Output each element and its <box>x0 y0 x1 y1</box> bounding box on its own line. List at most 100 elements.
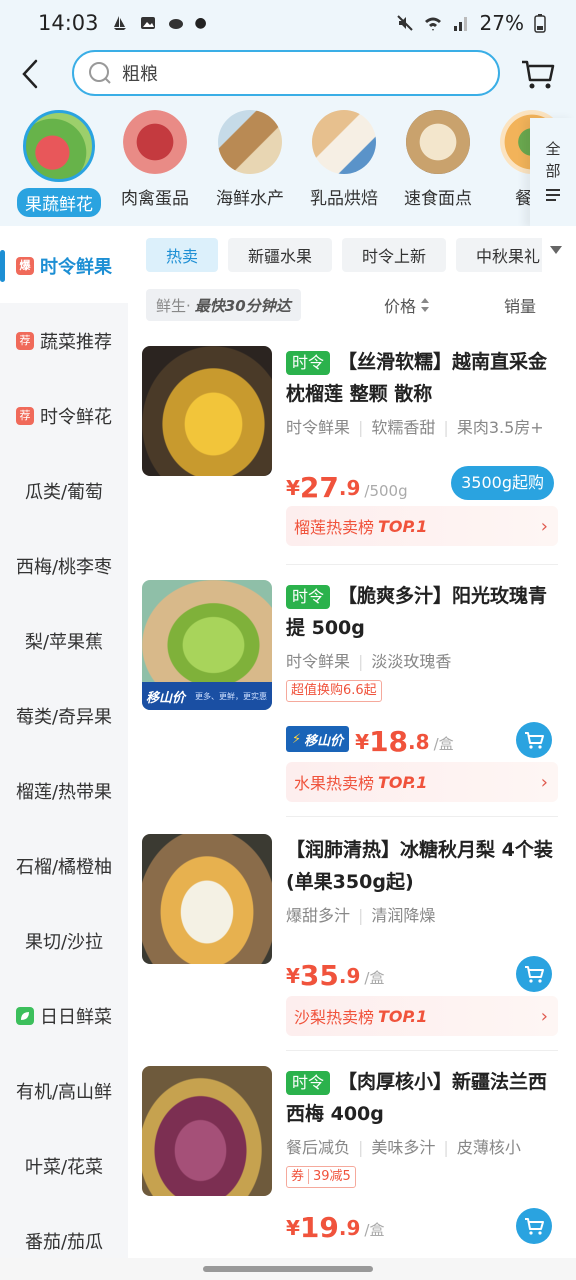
category-label: 速食面点 <box>404 189 472 209</box>
category-label: 肉禽蛋品 <box>121 189 189 209</box>
attr: 美味多汁 <box>350 1138 435 1157</box>
recommend-tag: 荐 <box>16 406 34 425</box>
rank-banner[interactable]: 榴莲热卖榜 TOP.1 › <box>286 506 558 546</box>
add-to-cart-button[interactable] <box>516 956 552 992</box>
product-title: 时令 【肉厚核小】新疆法兰西西梅 400g <box>286 1066 558 1130</box>
price-row: ⚡ 移山价 ¥18.8/盒 <box>286 714 558 758</box>
product-card[interactable]: 移山价 更多、更鲜，更实惠 时令【脆爽多汁】阳光玫瑰青提 500g 时令鲜果淡淡… <box>142 580 562 812</box>
sidebar-item-label: 果切/沙拉 <box>24 931 104 953</box>
search-input[interactable]: 粗粮 <box>72 50 500 96</box>
tab-midautumn[interactable]: 中秋果礼 <box>456 238 542 272</box>
price-row: ¥35.9/盒 <box>286 948 558 992</box>
top-bar: 粗粮 <box>0 46 576 102</box>
sidebar-item-pear-apple[interactable]: 梨/苹果蕉 <box>0 603 128 678</box>
sort-price-button[interactable]: 价格 <box>384 293 430 317</box>
attr: 皮薄核小 <box>435 1138 520 1157</box>
sidebar-item-seasonal-flowers[interactable]: 荐时令鲜花 <box>0 378 128 453</box>
add-to-cart-button[interactable] <box>516 1208 552 1244</box>
fast-delivery-badge[interactable]: 鲜生· 最快30分钟达 <box>146 289 301 321</box>
category-row: 果蔬鲜花 肉禽蛋品 海鲜水产 乳品烘焙 速食面点 餐饮 全 部 <box>0 102 576 226</box>
dairy-image <box>312 110 376 174</box>
dot-icon: ● <box>194 15 207 31</box>
product-card[interactable]: 时令【丝滑软糯】越南直采金枕榴莲 整颗 散称 时令鲜果软糯香甜果肉3.5房+ ¥… <box>142 346 562 578</box>
sidebar-item-leafy[interactable]: 叶菜/花菜 <box>0 1128 128 1203</box>
rank-text: 水果热卖榜 <box>294 774 375 793</box>
cloud-icon <box>168 19 183 29</box>
price-integer: 19 <box>299 1211 339 1244</box>
currency-symbol: ¥ <box>355 730 370 754</box>
hot-tag: 爆 <box>16 256 34 275</box>
sidebar-item-melon-grape[interactable]: 瓜类/葡萄 <box>0 453 128 528</box>
product-card[interactable]: 【润肺清热】冰糖秋月梨 4个装(单果350g起) 爆甜多汁清润降燥 ¥35.9/… <box>142 834 562 1066</box>
sidebar: 爆时令鲜果 荐蔬菜推荐 荐时令鲜花 瓜类/葡萄 西梅/桃李枣 梨/苹果蕉 莓类/… <box>0 228 128 1258</box>
sidebar-item-citrus[interactable]: 石榴/橘橙柚 <box>0 828 128 903</box>
sidebar-item-fruit-cut[interactable]: 果切/沙拉 <box>0 903 128 978</box>
expand-tabs-icon[interactable] <box>550 246 562 254</box>
meat-image <box>123 110 187 174</box>
sidebar-item-durian-tropical[interactable]: 榴莲/热带果 <box>0 753 128 828</box>
home-indicator[interactable] <box>203 1266 373 1272</box>
status-system-icons: 27% <box>396 11 546 35</box>
sidebar-item-label: 番茄/茄瓜 <box>24 1231 104 1253</box>
category-dairy-bakery[interactable]: 乳品烘焙 <box>297 110 391 209</box>
sidebar-item-seasonal-fruit[interactable]: 爆时令鲜果 <box>0 228 128 303</box>
price-decimal: .9 <box>338 476 361 500</box>
category-fruit-veg-flower[interactable]: 果蔬鲜花 <box>12 110 106 217</box>
image-icon <box>140 17 155 29</box>
tab-hot[interactable]: 热卖 <box>146 238 219 272</box>
category-instant-food[interactable]: 速食面点 <box>391 110 485 209</box>
tab-new-season[interactable]: 时令上新 <box>342 238 447 272</box>
price-unit: /盒 <box>364 969 385 987</box>
leaf-icon <box>16 1006 34 1025</box>
sidebar-item-berry-kiwi[interactable]: 莓类/奇异果 <box>0 678 128 753</box>
mute-icon <box>396 15 413 31</box>
battery-icon <box>534 14 546 33</box>
sidebar-item-label: 瓜类/葡萄 <box>24 481 104 503</box>
product-card[interactable]: 时令【肉厚核小】新疆法兰西西梅 400g 餐后减负美味多汁皮薄核小 券39减5 … <box>142 1066 562 1280</box>
price-row: ¥19.9/盒 <box>286 1200 558 1244</box>
rank-text: 沙梨热卖榜 <box>294 1008 375 1027</box>
durian-image <box>142 346 272 476</box>
add-to-cart-button[interactable] <box>516 722 552 758</box>
sub-tabs: 热卖 新疆水果 时令上新 中秋果礼 <box>146 238 542 272</box>
sort-arrows-icon <box>421 298 430 312</box>
cart-icon <box>525 732 544 749</box>
category-label: 海鲜水产 <box>216 189 284 209</box>
price-tag: ⚡ 移山价 <box>286 726 350 752</box>
season-badge: 时令 <box>286 1071 331 1095</box>
sidebar-item-plum-peach[interactable]: 西梅/桃李枣 <box>0 528 128 603</box>
price-tag-label: 移山价 <box>304 733 344 749</box>
rank-banner[interactable]: 沙梨热卖榜 TOP.1 › <box>286 996 558 1036</box>
sidebar-item-organic[interactable]: 有机/高山鲜 <box>0 1053 128 1128</box>
product-info: 时令【丝滑软糯】越南直采金枕榴莲 整颗 散称 时令鲜果软糯香甜果肉3.5房+ <box>286 346 558 438</box>
all-categories-label-1: 全 <box>545 140 561 158</box>
product-attrs: 爆甜多汁清润降燥 <box>286 902 558 926</box>
divider <box>286 564 558 565</box>
chevron-left-icon <box>22 59 38 89</box>
sort-sales-button[interactable]: 销量 <box>504 293 536 317</box>
sidebar-item-label: 梨/苹果蕉 <box>24 631 104 653</box>
search-icon <box>89 62 111 84</box>
product-panel: 热卖 新疆水果 时令上新 中秋果礼 鲜生· 最快30分钟达 价格 销量 时令 【丝滑… <box>128 228 576 1258</box>
attr: 果肉3.5房+ <box>435 418 543 437</box>
cart-button[interactable] <box>518 54 558 94</box>
sidebar-item-label: 西梅/桃李枣 <box>15 556 113 578</box>
sidebar-item-label: 榴莲/热带果 <box>15 781 113 803</box>
season-badge: 时令 <box>286 585 331 609</box>
seafood-image <box>218 110 282 174</box>
sort-price-label: 价格 <box>384 297 417 316</box>
sidebar-item-daily-veg[interactable]: 日日鲜菜 <box>0 978 128 1053</box>
all-categories-button[interactable]: 全 部 <box>530 118 576 226</box>
sidebar-item-veg-recommend[interactable]: 荐蔬菜推荐 <box>0 303 128 378</box>
divider <box>286 1050 558 1051</box>
back-button[interactable] <box>0 46 60 102</box>
tab-xinjiang[interactable]: 新疆水果 <box>228 238 333 272</box>
price-row: ¥27.9/500g 3500g起购 <box>286 460 558 504</box>
rank-banner[interactable]: 水果热卖榜 TOP.1 › <box>286 762 558 802</box>
price-unit: /盒 <box>364 1221 385 1239</box>
category-meat-eggs[interactable]: 肉禽蛋品 <box>108 110 202 209</box>
category-seafood[interactable]: 海鲜水产 <box>203 110 297 209</box>
price-integer: 35 <box>299 959 339 992</box>
promo-badge: 超值换购6.6起 <box>286 680 382 702</box>
min-purchase-button[interactable]: 3500g起购 <box>451 466 554 500</box>
